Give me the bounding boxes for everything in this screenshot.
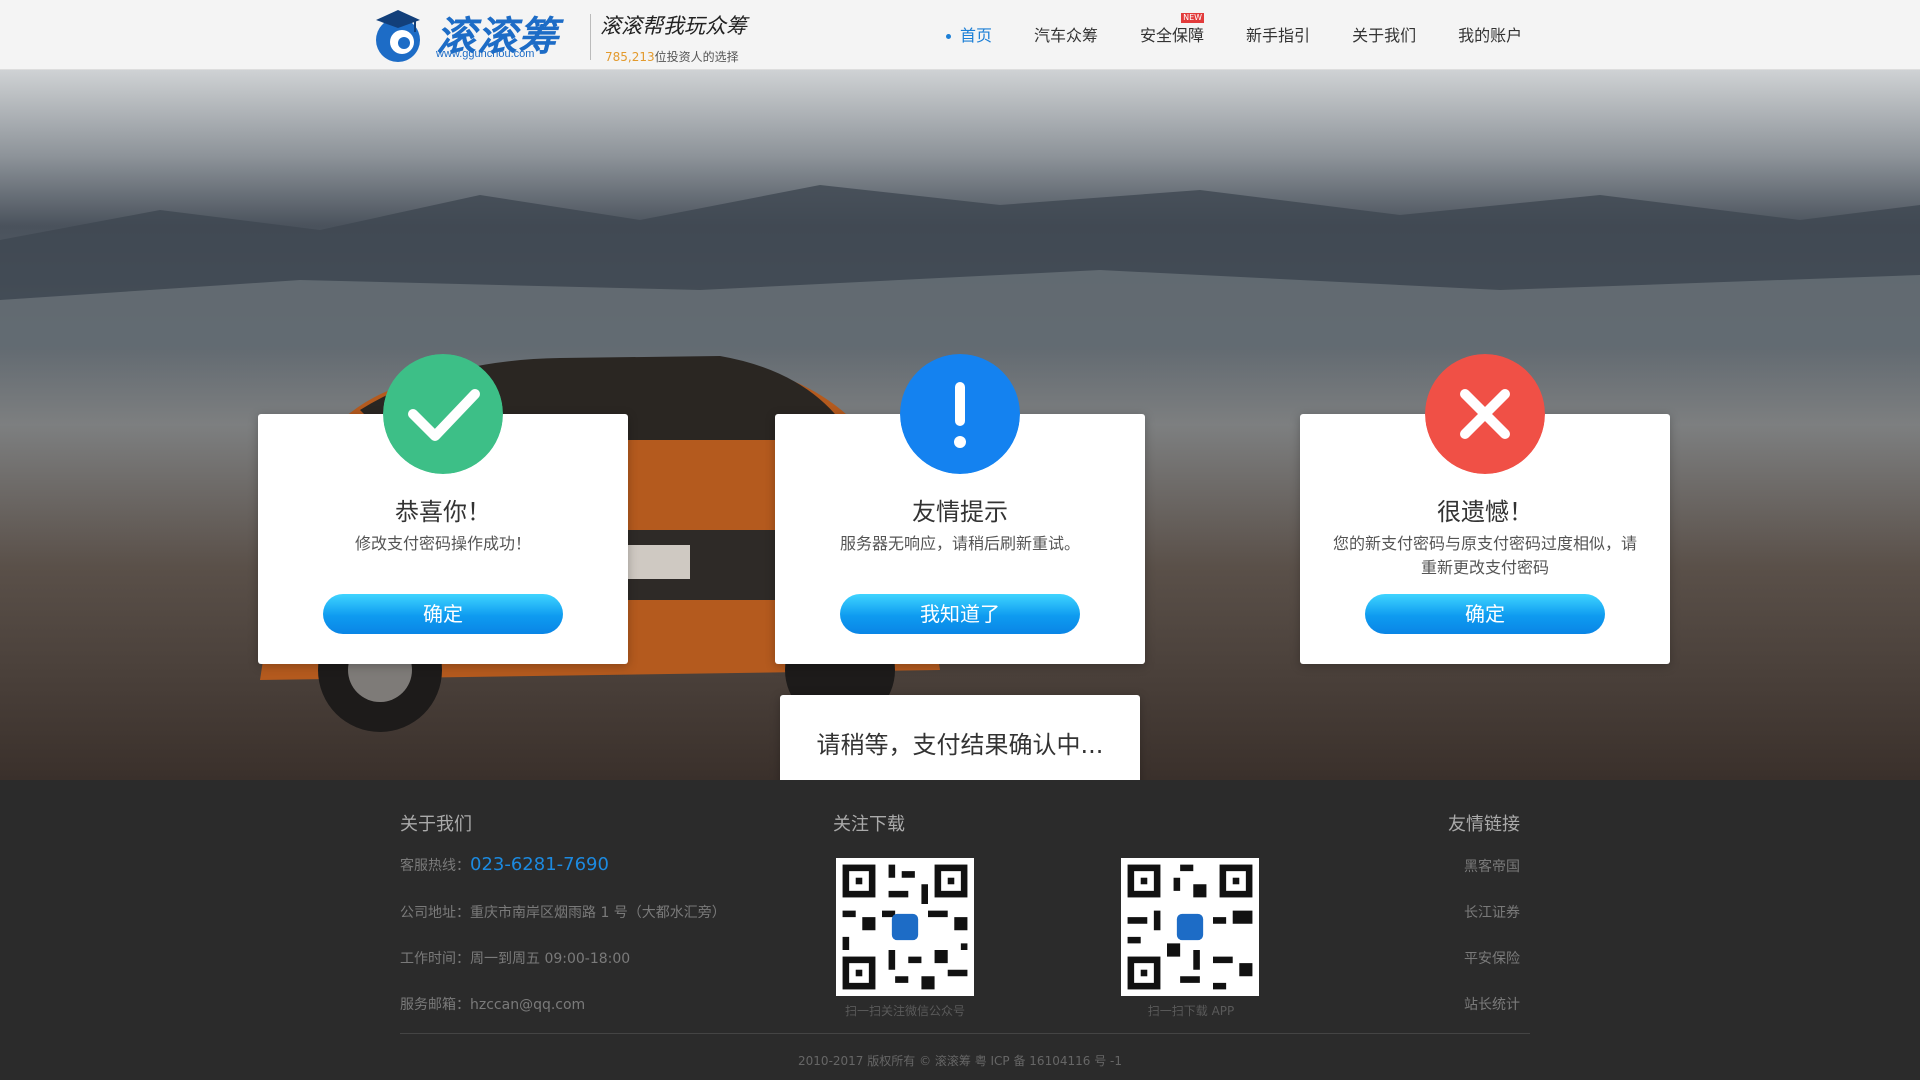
wechat-qr-code	[836, 858, 974, 996]
footer-divider	[400, 1033, 1530, 1034]
footer-links-title: 友情链接	[1448, 814, 1520, 835]
investor-suffix: 位投资人的选择	[654, 50, 739, 64]
new-badge: NEW	[1181, 13, 1205, 23]
hotline-number[interactable]: 023-6281-7690	[470, 854, 609, 875]
friend-link[interactable]: 长江证券	[1400, 902, 1520, 922]
success-title: 恭喜你！	[395, 498, 491, 526]
nav-car-crowdfunding-label: 汽车众筹	[1034, 26, 1099, 45]
nav-home-label: 首页	[960, 26, 993, 45]
info-dialog: 友情提示 服务器无响应，请稍后刷新重试。 我知道了	[775, 354, 1145, 664]
nav-beginner-guide-label: 新手指引	[1246, 26, 1311, 45]
error-message: 您的新支付密码与原支付密码过度相似，请重新更改支付密码	[1332, 534, 1637, 577]
nav-car-crowdfunding[interactable]: 汽车众筹	[1034, 0, 1098, 70]
investor-count: 785,213	[605, 50, 655, 64]
hero-banner: 恭喜你！ 修改支付密码操作成功！ 确定 友情提示 服务器无响应，请稍后刷新重试。…	[0, 70, 1920, 780]
header: 滚滚筹 www.ggunchou.com 滚滚帮我玩众筹 785,213位投资人…	[0, 0, 1920, 70]
footer: 关于我们 客服热线：023-6281-7690 公司地址：重庆市南岸区烟雨路 1…	[0, 780, 1920, 1080]
check-icon	[383, 354, 503, 474]
main-nav: 首页 汽车众筹 安全保障 NEW 新手指引 关于我们 我的账户	[945, 0, 1564, 70]
logo-slogan: 滚滚帮我玩众筹	[600, 14, 747, 38]
footer-about-title: 关于我们	[400, 814, 472, 835]
info-message: 服务器无响应，请稍后刷新重试。	[839, 534, 1080, 553]
copyright-text: 2010-2017 版权所有 © 滚滚筹 粤 ICP 备 16104116 号 …	[798, 1054, 1122, 1068]
success-dialog: 恭喜你！ 修改支付密码操作成功！ 确定	[258, 354, 628, 664]
footer-hotline: 客服热线：023-6281-7690	[400, 854, 609, 875]
nav-beginner-guide[interactable]: 新手指引	[1246, 0, 1310, 70]
nav-security[interactable]: 安全保障 NEW	[1140, 0, 1205, 70]
success-message: 修改支付密码操作成功！	[354, 534, 531, 553]
site-logo[interactable]: 滚滚筹 www.ggunchou.com 滚滚帮我玩众筹 785,213位投资人…	[368, 4, 778, 66]
payment-loading-toast: 请稍等，支付结果确认中...	[780, 695, 1140, 780]
friend-link[interactable]: 黑客帝国	[1400, 856, 1520, 876]
close-icon	[1425, 354, 1545, 474]
nav-about-us-label: 关于我们	[1352, 26, 1417, 45]
logo-mascot-icon	[376, 10, 420, 62]
info-title: 友情提示	[912, 498, 1008, 526]
investor-count-text: 785,213位投资人的选择	[605, 48, 739, 65]
footer-follow-title: 关注下载	[833, 814, 905, 835]
nav-about-us[interactable]: 关于我们	[1352, 0, 1416, 70]
info-acknowledge-button[interactable]: 我知道了	[840, 594, 1080, 634]
nav-my-account[interactable]: 我的账户	[1458, 0, 1522, 70]
nav-security-label: 安全保障	[1140, 26, 1205, 45]
wechat-qr-caption: 扫一扫关注微信公众号	[844, 1004, 965, 1018]
logo-divider	[590, 14, 591, 60]
error-confirm-button[interactable]: 确定	[1365, 594, 1605, 634]
error-title: 很遗憾！	[1437, 498, 1533, 526]
friend-link[interactable]: 站长统计	[1400, 994, 1520, 1014]
hotline-label: 客服热线：	[400, 858, 470, 874]
error-dialog: 很遗憾！ 您的新支付密码与原支付密码过度相似，请重新更改支付密码 确定	[1300, 354, 1670, 664]
success-confirm-button[interactable]: 确定	[323, 594, 563, 634]
app-qr-caption: 扫一扫下载 APP	[1147, 1004, 1235, 1018]
footer-hours: 工作时间：周一到周五 09:00-18:00	[400, 951, 631, 967]
exclamation-icon	[900, 354, 1020, 474]
footer-address: 公司地址：重庆市南岸区烟雨路 1 号（大都水汇旁）	[400, 905, 726, 921]
logo-url: www.ggunchou.com	[436, 48, 535, 60]
nav-my-account-label: 我的账户	[1458, 26, 1523, 45]
footer-email[interactable]: 服务邮箱：hzccan@qq.com	[400, 994, 585, 1014]
app-download-qr-code	[1121, 858, 1259, 996]
nav-home[interactable]: 首页	[945, 0, 993, 70]
friend-link[interactable]: 平安保险	[1400, 948, 1520, 968]
